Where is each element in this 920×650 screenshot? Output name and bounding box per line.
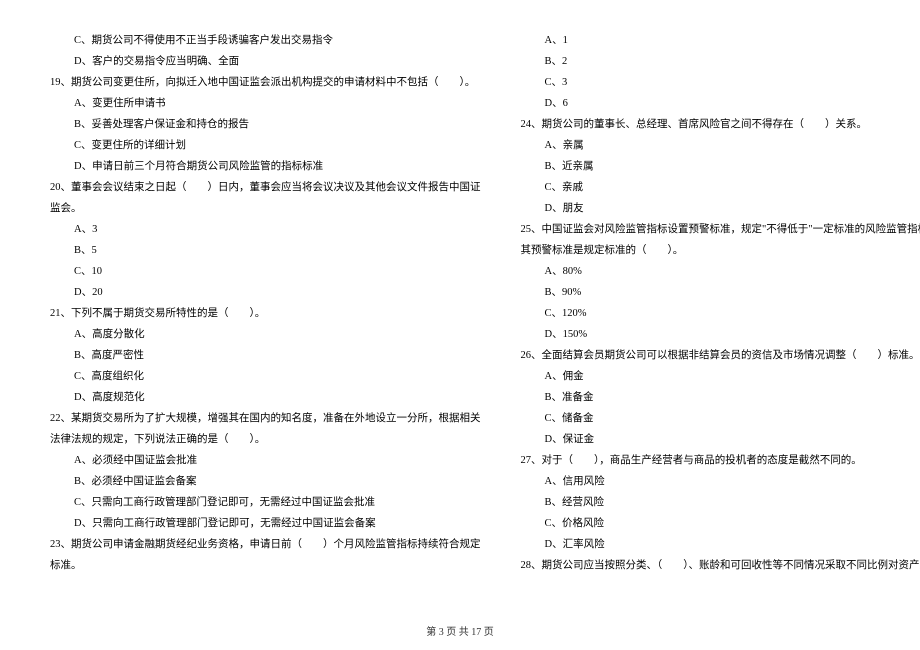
option-line: B、5 bbox=[50, 240, 481, 261]
option-line: B、妥善处理客户保证金和持仓的报告 bbox=[50, 114, 481, 135]
option-line: D、只需向工商行政管理部门登记即可，无需经过中国证监会备案 bbox=[50, 513, 481, 534]
option-line: A、亲属 bbox=[521, 135, 920, 156]
option-line: A、80% bbox=[521, 261, 920, 282]
option-line: C、储备金 bbox=[521, 408, 920, 429]
option-line: A、3 bbox=[50, 219, 481, 240]
question-line: 监会。 bbox=[50, 198, 481, 219]
question-line: 24、期货公司的董事长、总经理、首席风险官之间不得存在（ ）关系。 bbox=[521, 114, 920, 135]
option-line: D、申请日前三个月符合期货公司风险监管的指标标准 bbox=[50, 156, 481, 177]
option-line: A、变更住所申请书 bbox=[50, 93, 481, 114]
option-line: D、20 bbox=[50, 282, 481, 303]
question-line: 28、期货公司应当按照分类、（ ）、账龄和可回收性等不同情况采取不同比例对资产进… bbox=[521, 555, 920, 576]
question-line: 23、期货公司申请金融期货经纪业务资格，申请日前（ ）个月风险监管指标持续符合规… bbox=[50, 534, 481, 555]
option-line: B、近亲属 bbox=[521, 156, 920, 177]
page-content: C、期货公司不得使用不正当手段诱骗客户发出交易指令D、客户的交易指令应当明确、全… bbox=[0, 0, 920, 620]
question-line: 27、对于（ ），商品生产经营者与商品的投机者的态度是截然不同的。 bbox=[521, 450, 920, 471]
question-line: 21、下列不属于期货交易所特性的是（ ）。 bbox=[50, 303, 481, 324]
option-line: D、高度规范化 bbox=[50, 387, 481, 408]
option-line: B、高度严密性 bbox=[50, 345, 481, 366]
option-line: A、1 bbox=[521, 30, 920, 51]
question-line: 19、期货公司变更住所，向拟迁入地中国证监会派出机构提交的申请材料中不包括（ ）… bbox=[50, 72, 481, 93]
question-line: 20、董事会会议结束之日起（ ）日内，董事会应当将会议决议及其他会议文件报告中国… bbox=[50, 177, 481, 198]
question-line: 25、中国证监会对风险监管指标设置预警标准，规定"不得低于"一定标准的风险监管指… bbox=[521, 219, 920, 240]
option-line: A、佣金 bbox=[521, 366, 920, 387]
option-line: C、价格风险 bbox=[521, 513, 920, 534]
option-line: C、10 bbox=[50, 261, 481, 282]
option-line: D、6 bbox=[521, 93, 920, 114]
question-line: 26、全面结算会员期货公司可以根据非结算会员的资信及市场情况调整（ ）标准。 bbox=[521, 345, 920, 366]
option-line: C、只需向工商行政管理部门登记即可，无需经过中国证监会批准 bbox=[50, 492, 481, 513]
option-line: B、90% bbox=[521, 282, 920, 303]
option-line: D、150% bbox=[521, 324, 920, 345]
option-line: C、期货公司不得使用不正当手段诱骗客户发出交易指令 bbox=[50, 30, 481, 51]
question-line: 标准。 bbox=[50, 555, 481, 576]
option-line: C、亲戚 bbox=[521, 177, 920, 198]
option-line: D、客户的交易指令应当明确、全面 bbox=[50, 51, 481, 72]
option-line: C、120% bbox=[521, 303, 920, 324]
right-column: A、1B、2C、3D、624、期货公司的董事长、总经理、首席风险官之间不得存在（… bbox=[521, 30, 920, 580]
question-line: 法律法规的规定，下列说法正确的是（ ）。 bbox=[50, 429, 481, 450]
option-line: A、信用风险 bbox=[521, 471, 920, 492]
option-line: A、高度分散化 bbox=[50, 324, 481, 345]
option-line: C、3 bbox=[521, 72, 920, 93]
option-line: B、2 bbox=[521, 51, 920, 72]
question-line: 其预警标准是规定标准的（ ）。 bbox=[521, 240, 920, 261]
option-line: D、保证金 bbox=[521, 429, 920, 450]
option-line: B、必须经中国证监会备案 bbox=[50, 471, 481, 492]
option-line: B、准备金 bbox=[521, 387, 920, 408]
option-line: D、汇率风险 bbox=[521, 534, 920, 555]
option-line: D、朋友 bbox=[521, 198, 920, 219]
option-line: C、高度组织化 bbox=[50, 366, 481, 387]
option-line: A、必须经中国证监会批准 bbox=[50, 450, 481, 471]
option-line: B、经营风险 bbox=[521, 492, 920, 513]
question-line: 22、某期货交易所为了扩大规模，增强其在国内的知名度，准备在外地设立一分所，根据… bbox=[50, 408, 481, 429]
option-line: C、变更住所的详细计划 bbox=[50, 135, 481, 156]
left-column: C、期货公司不得使用不正当手段诱骗客户发出交易指令D、客户的交易指令应当明确、全… bbox=[50, 30, 481, 580]
page-footer: 第 3 页 共 17 页 bbox=[0, 623, 920, 638]
